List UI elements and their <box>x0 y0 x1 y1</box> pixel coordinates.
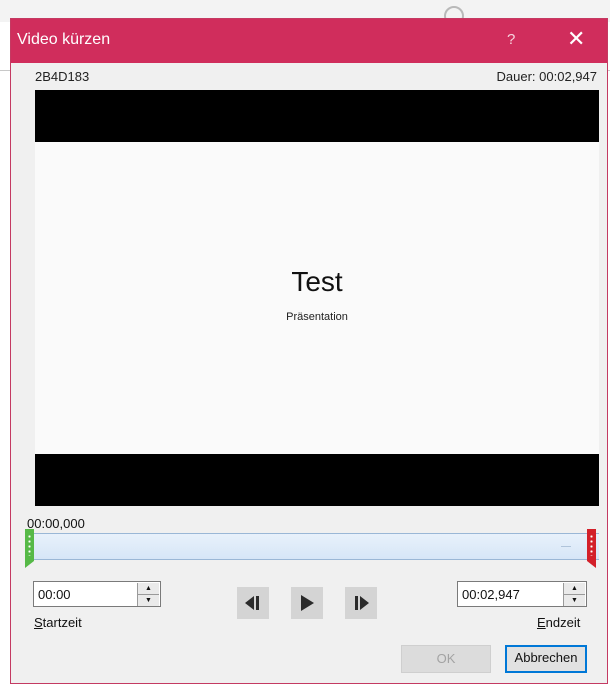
duration-value: 00:02,947 <box>539 69 597 84</box>
start-time-input[interactable] <box>38 587 130 602</box>
start-time-spinner[interactable]: ▲ ▼ <box>33 581 161 607</box>
end-time-up-button[interactable]: ▲ <box>563 583 585 594</box>
previous-frame-icon <box>245 596 259 610</box>
end-time-input[interactable] <box>462 587 554 602</box>
duration: Dauer: 00:02,947 <box>497 69 598 84</box>
end-time-label: Endzeit <box>537 615 580 630</box>
play-button[interactable] <box>291 587 323 619</box>
play-icon <box>301 595 314 611</box>
start-trim-handle[interactable] <box>25 529 34 568</box>
end-trim-handle[interactable] <box>587 529 596 568</box>
file-name: 2B4D183 <box>35 69 90 84</box>
grip-dots <box>590 534 593 556</box>
start-time-up-button[interactable]: ▲ <box>137 583 159 594</box>
end-label-rest: ndzeit <box>545 615 581 630</box>
timeline-playhead-mark <box>561 546 571 547</box>
trim-video-dialog: Video kürzen ? ✕ 2B4D183 Dauer: 00:02,94… <box>10 18 608 684</box>
slide-frame: Test Präsentation <box>35 142 599 454</box>
end-time-spinner[interactable]: ▲ ▼ <box>457 581 587 607</box>
slide-title: Test <box>291 266 343 297</box>
previous-frame-button[interactable] <box>237 587 269 619</box>
close-button[interactable]: ✕ <box>567 26 585 52</box>
end-label-mnemonic: E <box>537 615 546 630</box>
end-time-down-button[interactable]: ▼ <box>563 594 585 606</box>
ok-button[interactable]: OK <box>401 645 491 673</box>
start-time-label: Startzeit <box>34 615 82 630</box>
grip-dots <box>28 534 31 556</box>
start-time-down-button[interactable]: ▼ <box>137 594 159 606</box>
timeline-track[interactable] <box>29 533 599 560</box>
help-button[interactable]: ? <box>507 31 515 48</box>
start-label-mnemonic: S <box>34 615 43 630</box>
cancel-button[interactable]: Abbrechen <box>505 645 587 673</box>
dialog-title: Video kürzen <box>17 31 111 48</box>
start-label-rest: tartzeit <box>42 615 82 630</box>
video-preview[interactable]: Test Präsentation <box>35 90 599 506</box>
dialog-titlebar[interactable]: Video kürzen ? ✕ <box>11 19 607 63</box>
next-frame-button[interactable] <box>345 587 377 619</box>
current-time: 00:00,000 <box>27 516 85 531</box>
duration-label: Dauer: <box>496 69 536 84</box>
slide-subtitle: Präsentation <box>286 311 348 323</box>
next-frame-icon <box>355 596 369 610</box>
